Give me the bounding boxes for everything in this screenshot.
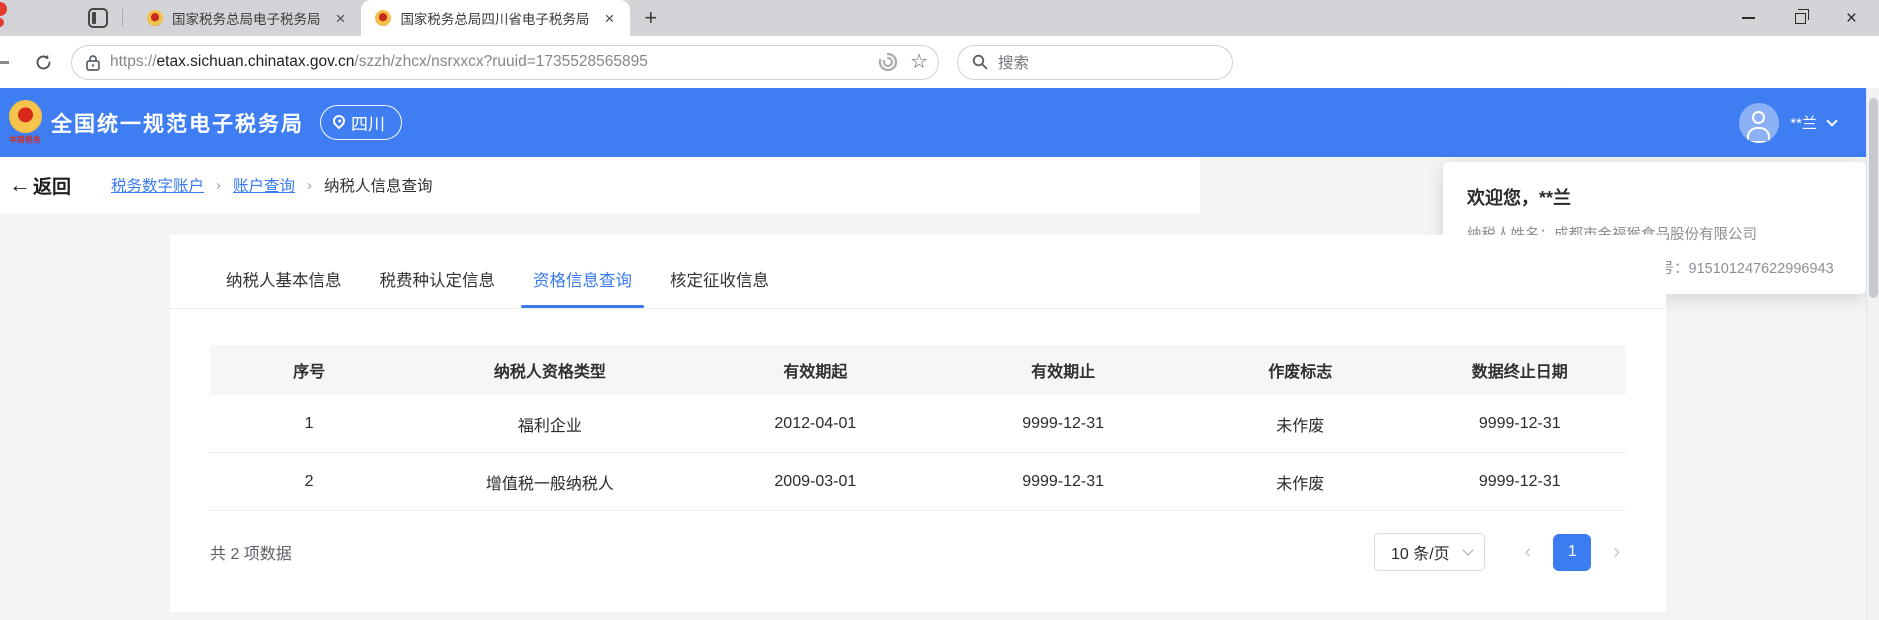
region-label: 四川 — [351, 110, 385, 135]
table-row: 1 福利企业 2012-04-01 9999-12-31 未作废 9999-12… — [210, 395, 1626, 453]
chevron-down-icon — [1826, 115, 1837, 126]
tab-qualification-info-active[interactable]: 资格信息查询 — [533, 267, 632, 308]
page-size-select[interactable]: 10 条/页 — [1374, 533, 1485, 571]
tab-actions-menu-icon[interactable] — [88, 8, 108, 28]
search-icon — [972, 54, 988, 70]
site-header: 中国税务 全国统一规范电子税务局 四川 **兰 — [0, 88, 1866, 157]
col-header-void-flag: 作废标志 — [1187, 358, 1414, 382]
browser-toolbar: https://etax.sichuan.chinatax.gov.cn/szz… — [0, 36, 1879, 88]
col-header-data-end-date: 数据终止日期 — [1414, 358, 1626, 382]
search-placeholder: 搜索 — [998, 51, 1029, 73]
tab-title: 国家税务总局电子税务局 — [172, 8, 321, 28]
page-size-value: 10 条/页 — [1391, 540, 1450, 564]
table-row: 2 增值税一般纳税人 2009-03-01 9999-12-31 未作废 999… — [210, 453, 1626, 511]
page-scrollbar[interactable] — [1866, 88, 1879, 620]
lock-icon — [86, 54, 100, 71]
cell-void-flag: 未作废 — [1187, 470, 1414, 494]
tab-close-icon[interactable]: × — [330, 10, 352, 27]
divider — [122, 9, 123, 27]
add-favorite-star-icon[interactable]: ☆ — [910, 52, 928, 72]
tab-taxpayer-basic-info[interactable]: 纳税人基本信息 — [226, 267, 342, 308]
cell-data-end-date: 9999-12-31 — [1414, 473, 1626, 491]
person-icon — [1747, 127, 1770, 143]
breadcrumb-link-account-query[interactable]: 账户查询 — [233, 174, 295, 196]
table-header-row: 序号 纳税人资格类型 有效期起 有效期止 作废标志 数据终止日期 — [210, 345, 1626, 395]
breadcrumb-current: 纳税人信息查询 — [324, 174, 433, 196]
cell-valid-from: 2009-03-01 — [691, 473, 939, 491]
breadcrumb-bar: ← 返回 税务数字账户 › 账户查询 › 纳税人信息查询 — [0, 157, 1200, 213]
main-content-card: 纳税人基本信息 税费种认定信息 资格信息查询 核定征收信息 序号 纳税人资格类型… — [170, 235, 1666, 612]
location-pin-icon — [331, 112, 348, 129]
cell-valid-to: 9999-12-31 — [939, 415, 1187, 433]
cell-void-flag: 未作废 — [1187, 412, 1414, 436]
next-page-button[interactable]: › — [1607, 541, 1626, 564]
col-header-valid-to: 有效期止 — [939, 358, 1187, 382]
cell-data-end-date: 9999-12-31 — [1414, 415, 1626, 433]
breadcrumb-separator: › — [216, 177, 221, 194]
table-footer: 共 2 项数据 10 条/页 ‹ 1 › — [210, 533, 1626, 571]
edge-profile-fragment-icon — [0, 18, 4, 27]
tab-title: 国家税务总局四川省电子税务局 — [400, 8, 589, 28]
national-emblem-icon — [9, 100, 42, 133]
page-action-swirl-icon[interactable] — [878, 52, 898, 72]
address-bar[interactable]: https://etax.sichuan.chinatax.gov.cn/szz… — [71, 45, 939, 80]
tax-bureau-favicon-icon — [375, 10, 391, 26]
browser-tab-1[interactable]: 国家税务总局电子税务局 × — [133, 0, 361, 36]
region-selector[interactable]: 四川 — [320, 105, 402, 140]
tab-assessed-collection-info[interactable]: 核定征收信息 — [670, 267, 769, 308]
col-header-valid-from: 有效期起 — [691, 358, 939, 382]
tab-tax-type-info[interactable]: 税费种认定信息 — [380, 267, 496, 308]
window-restore-button[interactable] — [1795, 13, 1806, 24]
welcome-greeting: 欢迎您，**兰 — [1467, 184, 1842, 210]
cell-valid-from: 2012-04-01 — [691, 415, 939, 433]
user-menu[interactable]: **兰 — [1739, 88, 1836, 157]
cell-seq: 1 — [210, 415, 408, 433]
url-text: https://etax.sichuan.chinatax.gov.cn/szz… — [110, 53, 878, 71]
cell-seq: 2 — [210, 473, 408, 491]
qualification-table: 序号 纳税人资格类型 有效期起 有效期止 作废标志 数据终止日期 1 福利企业 … — [210, 345, 1626, 511]
user-name: **兰 — [1790, 112, 1817, 133]
cell-valid-to: 9999-12-31 — [939, 473, 1187, 491]
logo-text: 中国税务 — [9, 134, 41, 145]
breadcrumb-link-digital-account[interactable]: 税务数字账户 — [111, 174, 204, 196]
cell-qualification-type: 增值税一般纳税人 — [408, 470, 691, 494]
tax-bureau-favicon-icon — [147, 10, 163, 26]
content-tabs: 纳税人基本信息 税费种认定信息 资格信息查询 核定征收信息 — [170, 235, 1666, 309]
tab-close-icon[interactable]: × — [598, 10, 620, 27]
total-count-label: 共 2 项数据 — [210, 540, 292, 564]
tax-emblem-logo: 中国税务 — [7, 100, 43, 145]
page-number-button[interactable]: 1 — [1553, 534, 1591, 571]
pagination: 10 条/页 ‹ 1 › — [1374, 533, 1626, 571]
col-header-qualification-type: 纳税人资格类型 — [408, 358, 691, 382]
col-header-seq: 序号 — [210, 358, 408, 382]
chevron-down-icon — [1462, 544, 1473, 555]
screen: 国家税务总局电子税务局 × 国家税务总局四川省电子税务局 × + × https… — [0, 0, 1879, 620]
cell-qualification-type: 福利企业 — [408, 412, 691, 436]
search-box[interactable]: 搜索 — [957, 45, 1233, 80]
previous-page-button[interactable]: ‹ — [1519, 541, 1538, 564]
person-icon — [1752, 111, 1765, 124]
browser-tab-2-active[interactable]: 国家税务总局四川省电子税务局 × — [361, 0, 630, 36]
back-button[interactable]: ← 返回 — [9, 172, 71, 199]
edge-profile-fragment-icon — [0, 2, 7, 16]
breadcrumb-separator: › — [307, 177, 312, 194]
browser-tab-bar: 国家税务总局电子税务局 × 国家税务总局四川省电子税务局 × + × — [0, 0, 1879, 36]
new-tab-button[interactable]: + — [644, 7, 657, 29]
window-controls: × — [1742, 0, 1879, 36]
site-title: 全国统一规范电子税务局 — [51, 108, 304, 138]
refresh-button[interactable] — [34, 53, 53, 72]
back-arrow-icon: ← — [9, 174, 31, 196]
back-button-fragment-icon — [0, 61, 9, 64]
window-minimize-button[interactable] — [1742, 17, 1755, 19]
user-avatar[interactable] — [1739, 103, 1779, 143]
breadcrumb: 税务数字账户 › 账户查询 › 纳税人信息查询 — [111, 174, 433, 196]
window-close-button[interactable]: × — [1846, 9, 1857, 28]
scrollbar-thumb[interactable] — [1869, 98, 1878, 298]
